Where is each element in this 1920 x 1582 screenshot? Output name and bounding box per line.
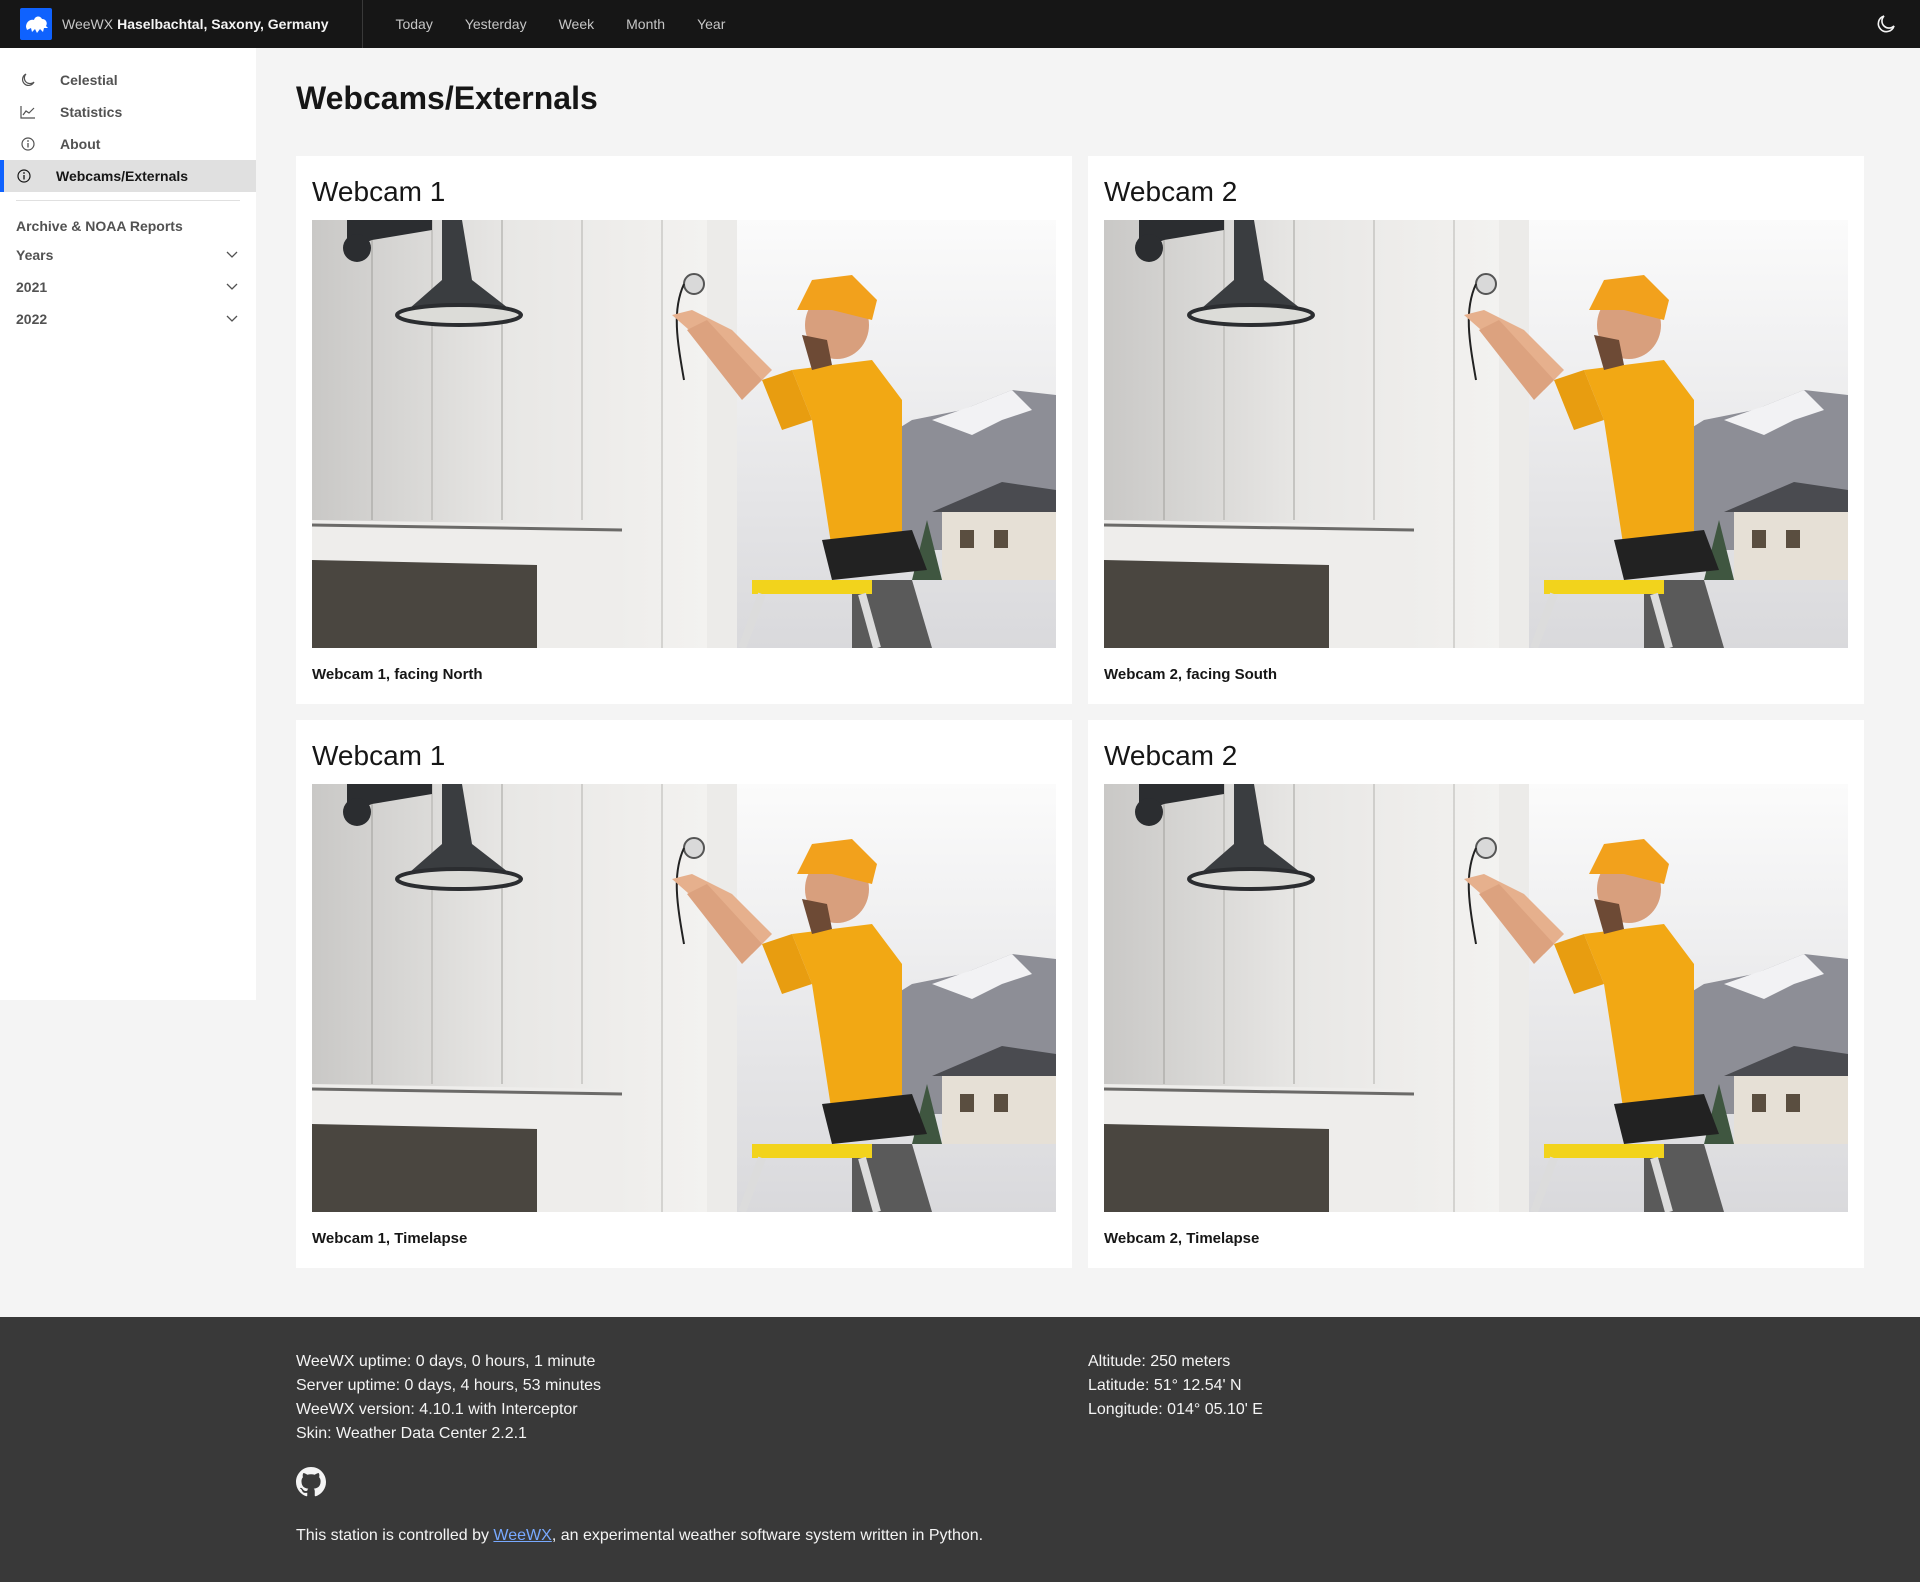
controlled-suffix: , an experimental weather software syste… (551, 1527, 984, 1544)
webcam-caption: Webcam 1, facing North (312, 666, 483, 683)
moon-icon (20, 72, 36, 88)
top-nav: Today Yesterday Week Month Year (379, 0, 741, 48)
sidebar-divider (16, 200, 240, 201)
webcam-caption: Webcam 1, Timelapse (312, 1230, 468, 1247)
latitude: Latitude: 51° 12.54' N (1088, 1377, 1242, 1394)
app-name: WeeWX (62, 16, 114, 32)
webcam-image[interactable] (312, 784, 1056, 1212)
webcam-card: Webcam 1 Webcam 1, facing North (296, 156, 1072, 704)
webcam-title: Webcam 2 (1104, 740, 1238, 771)
server-uptime: Server uptime: 0 days, 4 hours, 53 minut… (296, 1377, 602, 1394)
webcam-card: Webcam 2 Webcam 2, facing South (1088, 156, 1864, 704)
sidebar-item-label: Celestial (60, 72, 118, 88)
sidebar: Celestial Statistics About Webcams/Exter… (0, 48, 256, 1000)
toggle-label: Years (16, 247, 54, 263)
sidebar-item-celestial[interactable]: Celestial (0, 64, 256, 96)
footer-uptime-info: WeeWX uptime: 0 days, 0 hours, 1 minute … (296, 1350, 601, 1446)
footer-location-info: Altitude: 250 meters Latitude: 51° 12.54… (1088, 1350, 1263, 1422)
nav-week[interactable]: Week (543, 0, 611, 48)
sidebar-item-webcams[interactable]: Webcams/Externals (0, 160, 256, 192)
weewx-version: WeeWX version: 4.10.1 with Interceptor (296, 1401, 578, 1418)
sidebar-toggle-2021[interactable]: 2021 (0, 271, 256, 303)
info-icon (20, 136, 36, 152)
brand[interactable]: WeeWX Haselbachtal, Saxony, Germany (0, 0, 364, 48)
longitude: Longitude: 014° 05.10' E (1088, 1401, 1263, 1418)
controlled-prefix: This station is controlled by (296, 1527, 494, 1544)
sidebar-item-statistics[interactable]: Statistics (0, 96, 256, 128)
theme-toggle-button[interactable] (1862, 0, 1910, 48)
toggle-label: 2021 (16, 279, 48, 295)
weewx-link[interactable]: WeeWX (493, 1527, 551, 1544)
moon-icon (1877, 15, 1895, 33)
footer: WeeWX uptime: 0 days, 0 hours, 1 minute … (0, 1317, 1920, 1582)
webcam-title: Webcam 1 (312, 740, 446, 771)
top-header: WeeWX Haselbachtal, Saxony, Germany Today… (0, 0, 1920, 48)
weewx-uptime: WeeWX uptime: 0 days, 0 hours, 1 minute (296, 1353, 596, 1370)
skin-version: Skin: Weather Data Center 2.2.1 (296, 1425, 527, 1442)
archive-heading: Archive & NOAA Reports (16, 218, 183, 234)
nav-today[interactable]: Today (379, 0, 448, 48)
chevron-down-icon (226, 251, 238, 258)
sidebar-item-label: About (60, 136, 101, 152)
webcam-card: Webcam 2 Webcam 2, Timelapse (1088, 720, 1864, 1268)
nav-yesterday[interactable]: Yesterday (449, 0, 543, 48)
altitude: Altitude: 250 meters (1088, 1353, 1231, 1370)
webcam-image[interactable] (1104, 220, 1848, 648)
webcam-image[interactable] (1104, 784, 1848, 1212)
toggle-label: 2022 (16, 311, 48, 327)
nav-year[interactable]: Year (681, 0, 741, 48)
webcam-card: Webcam 1 Webcam 1, Timelapse (296, 720, 1072, 1268)
sidebar-item-label: Webcams/Externals (56, 168, 189, 184)
webcam-caption: Webcam 2, facing South (1104, 666, 1278, 683)
sidebar-item-label: Statistics (60, 104, 123, 120)
webcam-caption: Webcam 2, Timelapse (1104, 1230, 1260, 1247)
nav-month[interactable]: Month (610, 0, 681, 48)
chevron-down-icon (226, 283, 238, 290)
info-icon (16, 168, 32, 184)
station-name: Haselbachtal, Saxony, Germany (117, 16, 329, 32)
webcam-title: Webcam 1 (312, 176, 446, 207)
controlled-by-text: This station is controlled by WeeWX, an … (296, 1527, 983, 1545)
github-icon[interactable] (296, 1467, 326, 1502)
weewx-logo-icon (20, 8, 52, 40)
chart-line-icon (20, 104, 36, 120)
webcam-image[interactable] (312, 220, 1056, 648)
sidebar-toggle-2022[interactable]: 2022 (0, 303, 256, 335)
sidebar-toggle-years[interactable]: Years (0, 239, 256, 271)
chevron-down-icon (226, 315, 238, 322)
webcam-title: Webcam 2 (1104, 176, 1238, 207)
page-title: Webcams/Externals (296, 80, 598, 116)
brand-text: WeeWX Haselbachtal, Saxony, Germany (62, 16, 328, 32)
sidebar-item-about[interactable]: About (0, 128, 256, 160)
